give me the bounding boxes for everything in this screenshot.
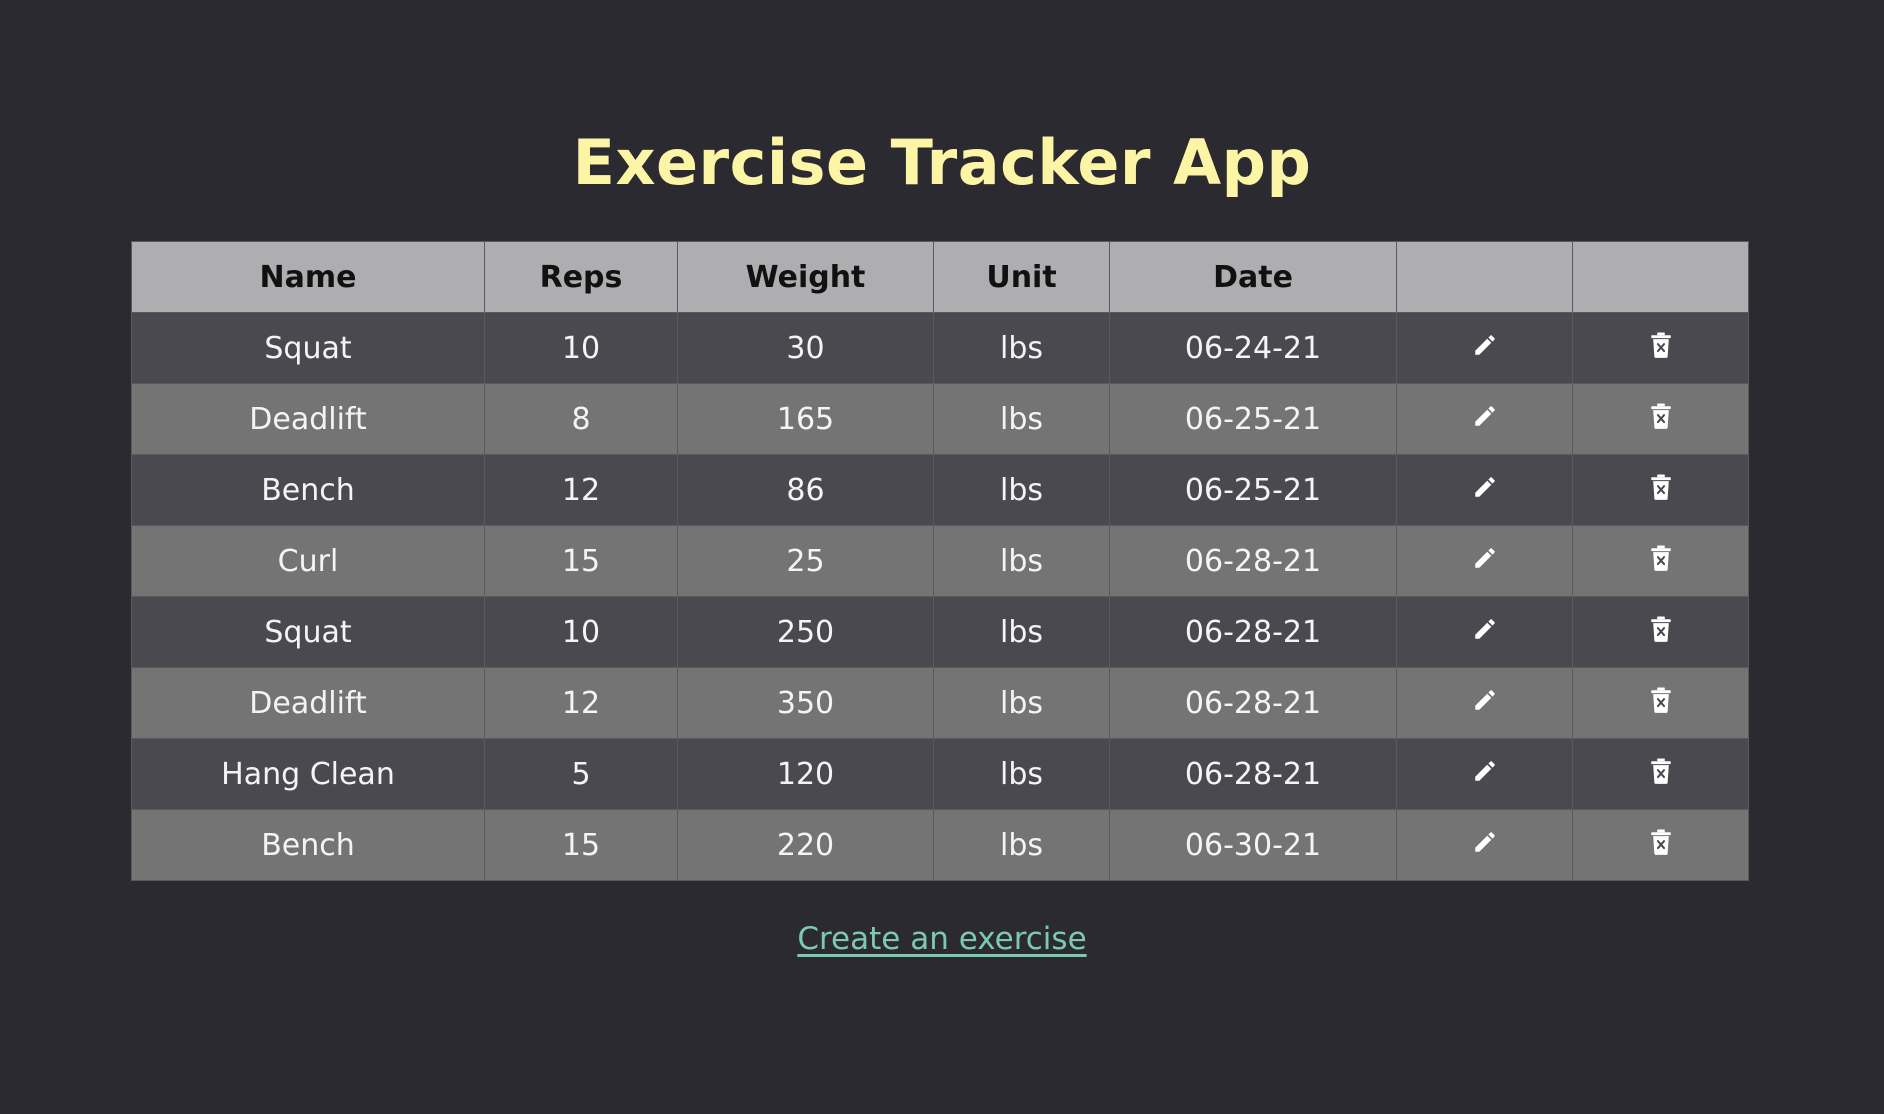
table-row: Bench 12 86 lbs 06-25-21 — [131, 454, 1749, 526]
cell-name: Curl — [131, 525, 485, 597]
cell-weight: 86 — [677, 454, 934, 526]
cell-name: Bench — [131, 809, 485, 881]
cell-unit: lbs — [933, 596, 1110, 668]
cell-delete — [1572, 809, 1749, 881]
cell-name: Deadlift — [131, 667, 485, 739]
cell-date: 06-28-21 — [1109, 738, 1397, 810]
cell-date: 06-25-21 — [1109, 383, 1397, 455]
cell-delete — [1572, 596, 1749, 668]
cell-date: 06-25-21 — [1109, 454, 1397, 526]
column-header-date: Date — [1109, 241, 1397, 313]
cell-unit: lbs — [933, 738, 1110, 810]
pencil-icon[interactable] — [1472, 474, 1498, 500]
cell-name: Squat — [131, 312, 485, 384]
cell-unit: lbs — [933, 312, 1110, 384]
cell-weight: 30 — [677, 312, 934, 384]
cell-reps: 12 — [484, 454, 678, 526]
cell-date: 06-24-21 — [1109, 312, 1397, 384]
cell-date: 06-28-21 — [1109, 525, 1397, 597]
table-body: Squat 10 30 lbs 06-24-21 Deadlift 8 165 lbs 06-25… — [131, 312, 1749, 881]
cell-delete — [1572, 525, 1749, 597]
table-header-row: Name Reps Weight Unit Date — [131, 241, 1749, 313]
cell-name: Bench — [131, 454, 485, 526]
cell-edit — [1396, 738, 1573, 810]
cell-unit: lbs — [933, 383, 1110, 455]
column-header-edit — [1396, 241, 1573, 313]
pencil-icon[interactable] — [1472, 616, 1498, 642]
cell-reps: 10 — [484, 312, 678, 384]
pencil-icon[interactable] — [1472, 829, 1498, 855]
cell-reps: 10 — [484, 596, 678, 668]
trash-icon[interactable] — [1650, 474, 1672, 500]
column-header-reps: Reps — [484, 241, 678, 313]
cell-name: Hang Clean — [131, 738, 485, 810]
cell-edit — [1396, 312, 1573, 384]
pencil-icon[interactable] — [1472, 758, 1498, 784]
trash-icon[interactable] — [1650, 332, 1672, 358]
trash-icon[interactable] — [1650, 687, 1672, 713]
trash-icon[interactable] — [1650, 403, 1672, 429]
table-row: Hang Clean 5 120 lbs 06-28-21 — [131, 738, 1749, 810]
cell-delete — [1572, 312, 1749, 384]
cell-reps: 8 — [484, 383, 678, 455]
cell-delete — [1572, 383, 1749, 455]
table-row: Deadlift 12 350 lbs 06-28-21 — [131, 667, 1749, 739]
create-exercise-link[interactable]: Create an exercise — [797, 921, 1086, 957]
trash-icon[interactable] — [1650, 829, 1672, 855]
table-row: Squat 10 250 lbs 06-28-21 — [131, 596, 1749, 668]
cell-weight: 120 — [677, 738, 934, 810]
exercise-table: Name Reps Weight Unit Date Squat 10 30 lbs 0… — [131, 241, 1749, 881]
cell-weight: 25 — [677, 525, 934, 597]
cell-edit — [1396, 667, 1573, 739]
pencil-icon[interactable] — [1472, 687, 1498, 713]
cell-date: 06-28-21 — [1109, 596, 1397, 668]
cell-date: 06-28-21 — [1109, 667, 1397, 739]
trash-icon[interactable] — [1650, 616, 1672, 642]
cell-unit: lbs — [933, 454, 1110, 526]
cell-delete — [1572, 454, 1749, 526]
cell-delete — [1572, 738, 1749, 810]
table-row: Curl 15 25 lbs 06-28-21 — [131, 525, 1749, 597]
column-header-unit: Unit — [933, 241, 1110, 313]
pencil-icon[interactable] — [1472, 403, 1498, 429]
cell-reps: 12 — [484, 667, 678, 739]
cell-delete — [1572, 667, 1749, 739]
pencil-icon[interactable] — [1472, 332, 1498, 358]
cell-name: Deadlift — [131, 383, 485, 455]
cell-weight: 220 — [677, 809, 934, 881]
column-header-weight: Weight — [677, 241, 934, 313]
pencil-icon[interactable] — [1472, 545, 1498, 571]
create-link-container: Create an exercise — [0, 916, 1884, 962]
cell-edit — [1396, 525, 1573, 597]
cell-edit — [1396, 383, 1573, 455]
cell-unit: lbs — [933, 525, 1110, 597]
cell-edit — [1396, 454, 1573, 526]
trash-icon[interactable] — [1650, 545, 1672, 571]
table-row: Deadlift 8 165 lbs 06-25-21 — [131, 383, 1749, 455]
cell-reps: 15 — [484, 525, 678, 597]
table-row: Squat 10 30 lbs 06-24-21 — [131, 312, 1749, 384]
cell-date: 06-30-21 — [1109, 809, 1397, 881]
cell-reps: 5 — [484, 738, 678, 810]
trash-icon[interactable] — [1650, 758, 1672, 784]
cell-reps: 15 — [484, 809, 678, 881]
cell-unit: lbs — [933, 667, 1110, 739]
cell-name: Squat — [131, 596, 485, 668]
table-row: Bench 15 220 lbs 06-30-21 — [131, 809, 1749, 881]
cell-unit: lbs — [933, 809, 1110, 881]
column-header-delete — [1572, 241, 1749, 313]
cell-weight: 250 — [677, 596, 934, 668]
page-title: Exercise Tracker App — [572, 126, 1312, 199]
exercise-table-container: Name Reps Weight Unit Date Squat 10 30 lbs 0… — [131, 241, 1749, 881]
cell-edit — [1396, 596, 1573, 668]
column-header-name: Name — [131, 241, 485, 313]
cell-edit — [1396, 809, 1573, 881]
cell-weight: 350 — [677, 667, 934, 739]
cell-weight: 165 — [677, 383, 934, 455]
